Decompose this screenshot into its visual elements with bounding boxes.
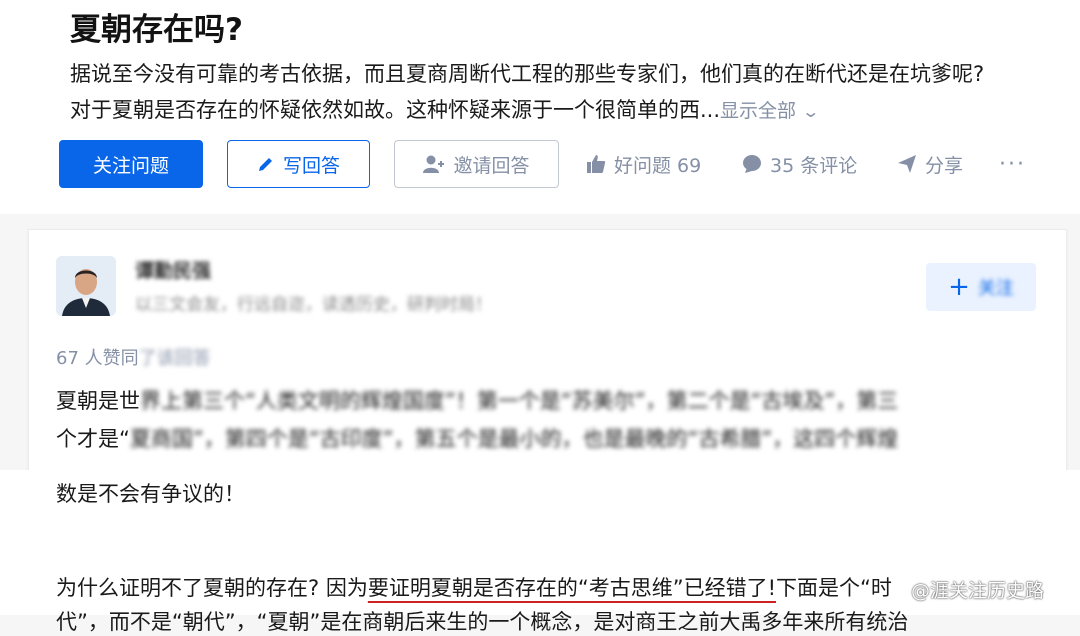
follow-question-button[interactable]: 关注问题 (59, 140, 203, 188)
add-user-icon (423, 154, 445, 174)
answer-body: 夏朝是世界上第三个“人类文明的辉煌国度”！第一个是“苏美尔”，第二个是“古埃及”… (56, 382, 1046, 458)
question-title: 夏朝存在吗? (70, 12, 243, 48)
answer-line: 夏朝是世界上第三个“人类文明的辉煌国度”！第一个是“苏美尔”，第二个是“古埃及”… (56, 382, 1046, 420)
author-bio: 以三文会友，行远自迩，读透历史，研判时局！ (135, 295, 492, 315)
question-desc-text: 对于夏朝是否存在的怀疑依然如故。这种怀疑来源于一个很简单的西... (70, 98, 721, 122)
plus-icon: + (948, 272, 970, 302)
more-options-icon[interactable]: ··· (999, 140, 1026, 188)
comment-bubble-icon (742, 154, 762, 174)
answer-text: 个才是“ (56, 427, 130, 451)
question-actions: 关注问题 写回答 邀请回答 好问题 69 35 条评论 分享 ··· (59, 140, 1069, 190)
question-description: 据说至今没有可靠的考古依据，而且夏商周断代工程的那些专家们，他们真的在断代还是在… (70, 56, 1070, 130)
paragraph: 为什么证明不了夏朝的存在? 因为要证明夏朝是否存在的“考古思维”已经错了!下面是… (56, 572, 892, 602)
vote-count: 67 人赞同了该回答 (56, 344, 211, 370)
watermark: @涯关注历史路 (910, 580, 1044, 602)
paragraph-text: 为什么证明不了夏朝的存在? 因为 (56, 576, 368, 600)
comments-button[interactable]: 35 条评论 (742, 140, 857, 188)
share-button[interactable]: 分享 (897, 140, 963, 188)
question-desc-line: 据说至今没有可靠的考古依据，而且夏商周断代工程的那些专家们，他们真的在断代还是在… (70, 62, 985, 86)
good-question-label: 好问题 69 (614, 154, 702, 177)
vote-count-blurred: 了该回答 (138, 348, 211, 369)
question-desc-line: 对于夏朝是否存在的怀疑依然如故。这种怀疑来源于一个很简单的西...显示全部 ⌄ (70, 92, 1070, 130)
answer-text-blurred: 界上第三个“人类文明的辉煌国度”！第一个是“苏美尔”，第二个是“古埃及”，第三 (140, 389, 899, 413)
answer-card: 谭勤民强 以三文会友，行远自迩，读透历史，研判时局！ + 关注 67 人赞同了该… (28, 229, 1067, 471)
pencil-icon (257, 155, 275, 173)
answer-text: 夏朝是世 (56, 389, 140, 413)
paragraph-text: 下面是个“时 (776, 576, 892, 600)
underlined-text: 要证明夏朝是否存在的“考古思维”已经错了! (367, 576, 777, 600)
answer-line: 个才是“夏商国”，第四个是“古印度”，第五个是最小的，也是最晚的“古希腊”，这四… (56, 420, 1046, 458)
paper-plane-icon (897, 154, 917, 174)
follow-author-button[interactable]: + 关注 (926, 263, 1036, 311)
follow-author-label: 关注 (977, 278, 1014, 299)
answer-text-blurred: 夏商国”，第四个是“古印度”，第五个是最小的，也是最晚的“古希腊”，这四个辉煌 (129, 427, 899, 451)
question-card: 夏朝存在吗? 据说至今没有可靠的考古依据，而且夏商周断代工程的那些专家们，他们真… (0, 0, 1080, 214)
invite-answer-label: 邀请回答 (453, 154, 530, 177)
write-answer-label: 写回答 (282, 154, 340, 177)
paragraph: 数是不会有争议的！ (56, 482, 245, 506)
avatar[interactable] (56, 256, 116, 316)
share-label: 分享 (925, 154, 964, 177)
show-all-link[interactable]: 显示全部 (720, 100, 796, 122)
thumbs-up-icon (586, 154, 606, 174)
chevron-down-icon[interactable]: ⌄ (801, 94, 820, 130)
invite-answer-button[interactable]: 邀请回答 (394, 140, 559, 188)
author-name[interactable]: 谭勤民强 (135, 256, 211, 283)
good-question-button[interactable]: 好问题 69 (586, 140, 701, 188)
vote-count-text: 67 人赞同 (56, 348, 139, 369)
comments-label: 35 条评论 (770, 154, 858, 177)
write-answer-button[interactable]: 写回答 (227, 140, 370, 188)
paragraph: 代”，而不是“朝代”，“夏朝”是在商朝后来生的一个概念，是对商王之前大禹多年来所… (56, 610, 909, 634)
